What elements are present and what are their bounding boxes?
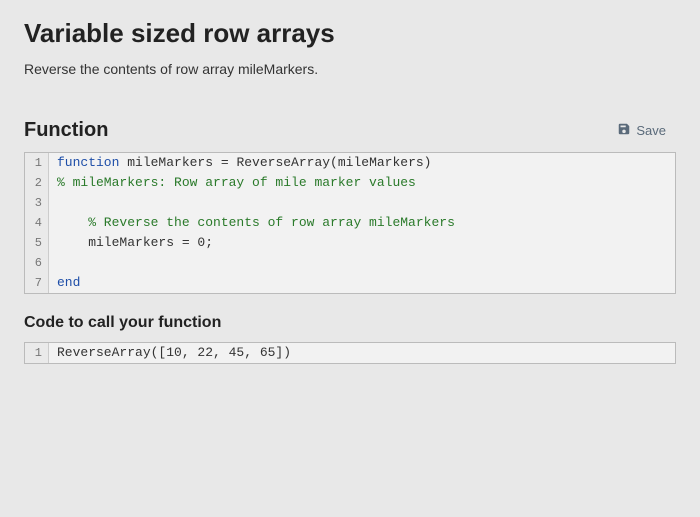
line-number: 7 (25, 273, 49, 293)
line-number: 6 (25, 253, 49, 273)
code-line: 3 (25, 193, 675, 213)
line-number: 4 (25, 213, 49, 233)
code-line: 1 function mileMarkers = ReverseArray(mi… (25, 153, 675, 173)
code-text[interactable]: function mileMarkers = ReverseArray(mile… (49, 153, 431, 173)
call-function-label: Code to call your function (24, 314, 676, 332)
save-button[interactable]: Save (613, 120, 670, 141)
function-code-editor[interactable]: 1 function mileMarkers = ReverseArray(mi… (24, 152, 676, 294)
line-number: 2 (25, 173, 49, 193)
code-text[interactable]: % Reverse the contents of row array mile… (49, 213, 455, 233)
code-line: 2 % mileMarkers: Row array of mile marke… (25, 173, 675, 193)
code-text[interactable] (49, 253, 57, 273)
save-icon (617, 122, 631, 139)
code-text[interactable]: mileMarkers = 0; (49, 233, 213, 253)
code-line: 5 mileMarkers = 0; (25, 233, 675, 253)
code-text[interactable] (49, 193, 57, 213)
code-line: 6 (25, 253, 675, 273)
line-number: 5 (25, 233, 49, 253)
save-label: Save (636, 123, 666, 138)
code-line: 4 % Reverse the contents of row array mi… (25, 213, 675, 233)
line-number: 1 (25, 153, 49, 173)
code-line: 7 end (25, 273, 675, 293)
code-text[interactable]: ReverseArray([10, 22, 45, 65]) (49, 343, 291, 363)
line-number: 1 (25, 343, 49, 363)
function-section-header: Function Save (24, 119, 676, 142)
page-title: Variable sized row arrays (24, 18, 676, 49)
code-text[interactable]: end (49, 273, 80, 293)
call-code-editor[interactable]: 1 ReverseArray([10, 22, 45, 65]) (24, 342, 676, 364)
instruction-text: Reverse the contents of row array mileMa… (24, 61, 676, 77)
line-number: 3 (25, 193, 49, 213)
function-label: Function (24, 119, 108, 142)
code-line: 1 ReverseArray([10, 22, 45, 65]) (25, 343, 675, 363)
code-text[interactable]: % mileMarkers: Row array of mile marker … (49, 173, 416, 193)
